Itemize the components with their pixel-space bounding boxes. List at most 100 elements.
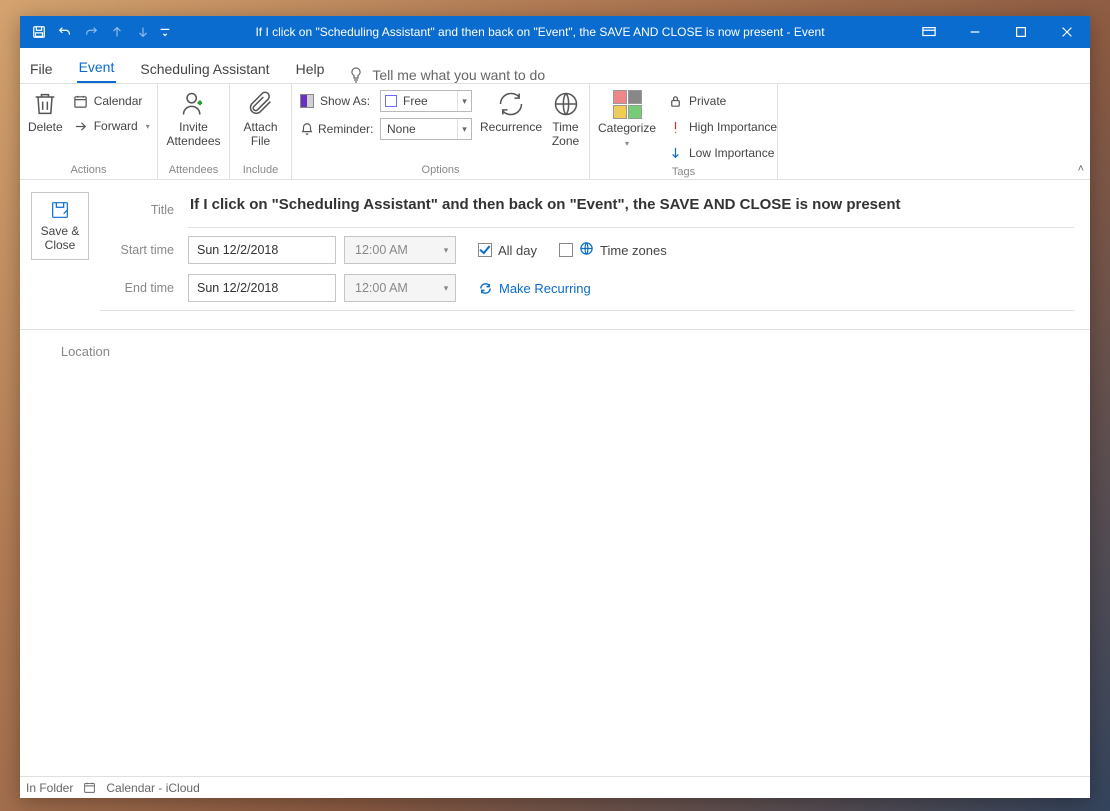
- qat-up-icon[interactable]: [104, 16, 130, 48]
- title-label: Title: [100, 203, 188, 217]
- recurrence-icon: [497, 90, 525, 118]
- show-as-dropdown[interactable]: Free ▾: [380, 90, 472, 112]
- lock-icon: [668, 94, 683, 109]
- time-zone-label: Time Zone: [550, 121, 581, 149]
- save-and-close-button[interactable]: Save & Close: [31, 192, 89, 260]
- tab-file[interactable]: File: [28, 55, 55, 83]
- invite-attendees-label: Invite Attendees: [166, 121, 221, 149]
- forward-icon: [73, 119, 88, 134]
- end-time-value: 12:00 AM: [345, 281, 437, 295]
- time-zones-label: Time zones: [600, 243, 667, 258]
- window-title: If I click on "Scheduling Assistant" and…: [174, 25, 906, 39]
- tell-me-search[interactable]: Tell me what you want to do: [348, 67, 545, 83]
- globe-icon: [552, 90, 580, 118]
- delete-button[interactable]: Delete: [28, 88, 63, 135]
- chevron-down-icon: ▾: [437, 245, 455, 256]
- ribbon-display-options-icon[interactable]: [906, 16, 952, 48]
- group-include-label: Include: [238, 162, 283, 179]
- end-time-label: End time: [100, 281, 188, 295]
- high-importance-label: High Importance: [689, 120, 777, 134]
- qat-customize-icon[interactable]: [156, 16, 174, 48]
- checkbox-unchecked-icon: [559, 243, 573, 257]
- paperclip-icon: [247, 90, 275, 118]
- show-as-value: Free: [397, 94, 457, 108]
- tab-scheduling-assistant[interactable]: Scheduling Assistant: [138, 55, 271, 83]
- maximize-button[interactable]: [998, 16, 1044, 48]
- time-zone-button[interactable]: Time Zone: [550, 88, 581, 149]
- chevron-down-icon: ▾: [437, 283, 455, 294]
- title-input[interactable]: If I click on "Scheduling Assistant" and…: [188, 192, 1074, 228]
- categorize-label: Categorize: [598, 122, 656, 136]
- close-button[interactable]: [1044, 16, 1090, 48]
- categorize-icon: [613, 90, 642, 119]
- recurrence-label: Recurrence: [480, 121, 542, 135]
- private-label: Private: [689, 94, 726, 108]
- chevron-down-icon: ▾: [457, 91, 471, 111]
- high-importance-icon: [668, 120, 683, 135]
- group-attendees-label: Attendees: [166, 162, 221, 179]
- invite-attendees-button[interactable]: Invite Attendees: [166, 88, 221, 149]
- status-in-folder: In Folder: [26, 781, 73, 795]
- event-body-editor[interactable]: [20, 373, 1090, 776]
- qat-undo-icon[interactable]: [52, 16, 78, 48]
- qat-redo-icon[interactable]: [78, 16, 104, 48]
- qat-save-icon[interactable]: [26, 16, 52, 48]
- location-label: Location: [36, 344, 124, 359]
- low-importance-label: Low Importance: [689, 146, 774, 160]
- start-time-value: 12:00 AM: [345, 243, 437, 257]
- lightbulb-icon: [348, 67, 364, 83]
- chevron-down-icon: ▾: [457, 119, 471, 139]
- checkbox-checked-icon: [478, 243, 492, 257]
- forward-button[interactable]: Forward ▾: [69, 115, 154, 137]
- end-time-dropdown: 12:00 AM ▾: [344, 274, 456, 302]
- time-zones-checkbox[interactable]: Time zones: [559, 241, 667, 259]
- end-date-field[interactable]: [189, 281, 366, 295]
- all-day-checkbox[interactable]: All day: [478, 243, 537, 258]
- collapse-ribbon-icon[interactable]: ˄: [1078, 163, 1084, 175]
- group-tags-label: Tags: [598, 164, 769, 181]
- status-calendar-name: Calendar - iCloud: [106, 781, 199, 795]
- high-importance-button[interactable]: High Importance: [664, 116, 781, 138]
- start-date-input[interactable]: [188, 236, 336, 264]
- private-button[interactable]: Private: [664, 90, 781, 112]
- group-actions-label: Actions: [28, 162, 149, 179]
- reminder-label: Reminder:: [318, 122, 373, 136]
- group-options-label: Options: [300, 162, 581, 179]
- bell-icon: [300, 122, 314, 136]
- globe-icon: [579, 241, 594, 259]
- reminder-dropdown[interactable]: None ▾: [380, 118, 472, 140]
- make-recurring-link[interactable]: Make Recurring: [478, 281, 591, 296]
- calendar-label: Calendar: [94, 94, 143, 108]
- tab-help[interactable]: Help: [294, 55, 327, 83]
- start-time-dropdown: 12:00 AM ▾: [344, 236, 456, 264]
- recurrence-button[interactable]: Recurrence: [482, 88, 540, 135]
- trash-icon: [31, 90, 59, 118]
- attach-file-button[interactable]: Attach File: [238, 88, 283, 149]
- calendar-button[interactable]: Calendar: [69, 90, 154, 112]
- categorize-button[interactable]: Categorize ▾: [598, 88, 656, 148]
- minimize-button[interactable]: [952, 16, 998, 48]
- end-date-input[interactable]: [188, 274, 336, 302]
- save-and-close-label: Save & Close: [32, 225, 88, 253]
- low-importance-icon: [668, 146, 683, 161]
- all-day-label: All day: [498, 243, 537, 258]
- show-as-icon: [300, 94, 314, 108]
- forward-label: Forward: [94, 119, 138, 133]
- show-as-label: Show As:: [320, 94, 370, 108]
- tell-me-placeholder: Tell me what you want to do: [372, 67, 545, 83]
- person-add-icon: [180, 90, 208, 118]
- calendar-icon: [73, 94, 88, 109]
- qat-down-icon[interactable]: [130, 16, 156, 48]
- start-date-field[interactable]: [189, 243, 366, 257]
- free-swatch-icon: [385, 95, 397, 107]
- start-time-label: Start time: [100, 243, 188, 257]
- save-close-icon: [49, 199, 71, 221]
- low-importance-button[interactable]: Low Importance: [664, 142, 781, 164]
- reminder-value: None: [381, 122, 457, 136]
- tab-event[interactable]: Event: [77, 53, 117, 83]
- calendar-icon: [83, 781, 96, 794]
- attach-file-label: Attach File: [238, 121, 283, 149]
- recurrence-icon: [478, 281, 493, 296]
- make-recurring-label: Make Recurring: [499, 281, 591, 296]
- delete-label: Delete: [28, 121, 63, 135]
